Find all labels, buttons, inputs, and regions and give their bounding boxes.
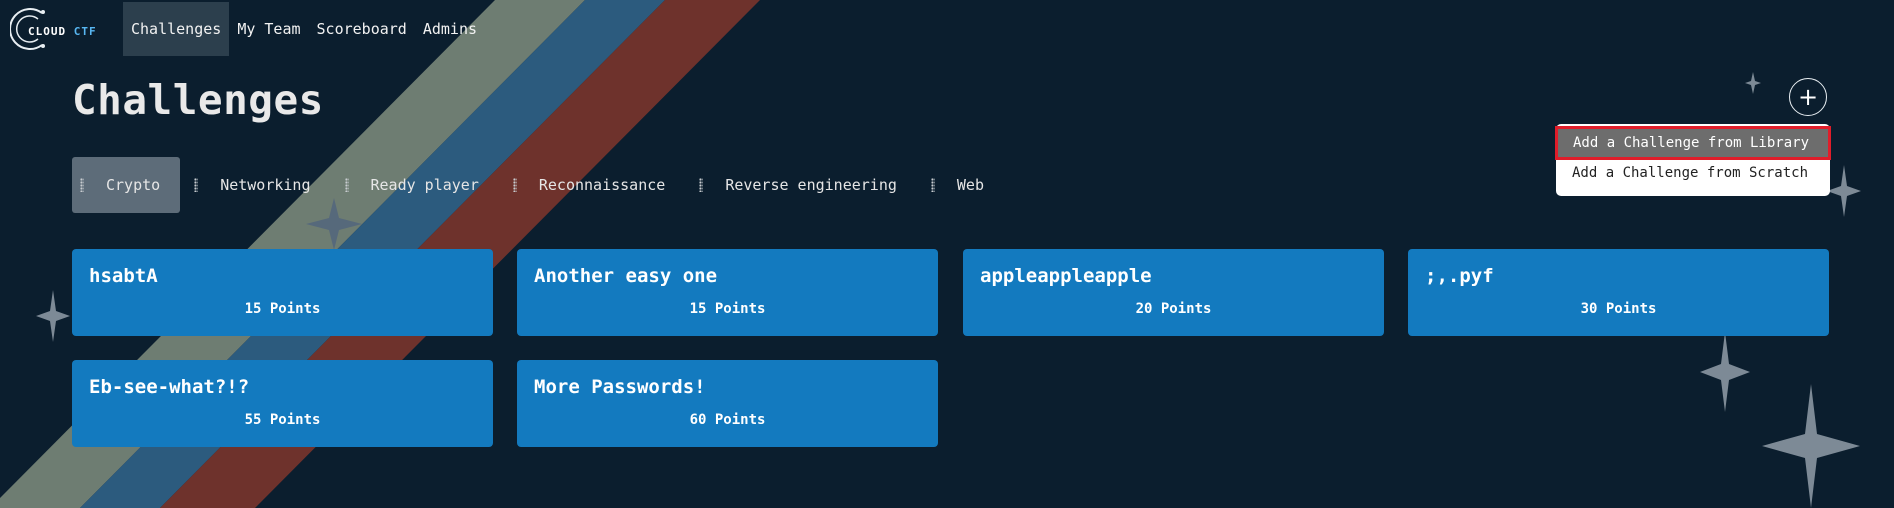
challenge-points: 20 Points (1135, 301, 1212, 317)
sparkle-icon (1745, 72, 1761, 94)
category-tab-networking[interactable]: Networking (186, 157, 330, 213)
drag-handle-icon[interactable] (512, 178, 517, 192)
drag-handle-icon[interactable] (194, 178, 199, 192)
challenge-name: ;,.pyf (1425, 265, 1494, 287)
challenge-points: 60 Points (689, 412, 766, 428)
category-tab-ready-player[interactable]: Ready player (337, 157, 499, 213)
sparkle-icon (1700, 332, 1750, 412)
add-from-scratch-item[interactable]: Add a Challenge from Scratch (1556, 158, 1830, 188)
page-title: Challenges (72, 76, 324, 124)
challenge-card[interactable]: Another easy one 15 Points (517, 249, 938, 336)
challenge-points: 55 Points (244, 412, 321, 428)
challenge-name: appleappleapple (980, 265, 1152, 287)
challenge-card[interactable]: hsabtA 15 Points (72, 249, 493, 336)
drag-handle-icon[interactable] (344, 178, 349, 192)
category-label: Crypto (106, 176, 161, 194)
category-tabs: Crypto Networking Ready player Reconnais… (72, 157, 1010, 213)
category-label: Ready player (370, 176, 479, 194)
logo-text: CLOUD CTF (28, 25, 97, 38)
nav-item-scoreboard[interactable]: Scoreboard (309, 2, 415, 56)
add-from-library-item[interactable]: Add a Challenge from Library (1555, 126, 1831, 160)
sparkle-icon (1762, 384, 1860, 508)
category-label: Networking (220, 176, 311, 194)
add-challenge-dropdown: Add a Challenge from Library Add a Chall… (1555, 124, 1831, 196)
logo[interactable]: CLOUD CTF (10, 5, 110, 55)
nav-item-admins[interactable]: Admins (415, 2, 485, 56)
challenge-card[interactable]: appleappleapple 20 Points (963, 249, 1384, 336)
challenge-points: 15 Points (689, 301, 766, 317)
challenge-card[interactable]: More Passwords! 60 Points (517, 360, 938, 447)
category-label: Web (956, 176, 984, 194)
category-tab-reconnaissance[interactable]: Reconnaissance (505, 157, 685, 213)
page: CLOUD CTF Challenges My Team Scoreboard … (0, 0, 1894, 508)
drag-handle-icon[interactable] (80, 178, 84, 192)
challenge-card[interactable]: ;,.pyf 30 Points (1408, 249, 1829, 336)
challenge-points: 15 Points (244, 301, 321, 317)
category-tab-crypto[interactable]: Crypto (72, 157, 181, 213)
category-label: Reconnaissance (538, 176, 666, 194)
category-tab-reverse-engineering[interactable]: Reverse engineering (691, 157, 917, 213)
challenge-name: Eb-see-what?!? (89, 376, 250, 398)
navbar: CLOUD CTF Challenges My Team Scoreboard … (0, 0, 1894, 58)
challenge-name: hsabtA (89, 265, 158, 287)
challenge-name: Another easy one (534, 265, 718, 287)
drag-handle-icon[interactable] (930, 178, 935, 192)
challenge-card[interactable]: Eb-see-what?!? 55 Points (72, 360, 493, 447)
drag-handle-icon[interactable] (699, 178, 704, 192)
challenge-name: More Passwords! (534, 376, 706, 398)
category-label: Reverse engineering (725, 176, 897, 194)
nav-item-my-team[interactable]: My Team (229, 2, 308, 56)
challenge-points: 30 Points (1580, 301, 1657, 317)
category-tab-web[interactable]: Web (923, 157, 1004, 213)
nav-item-challenges[interactable]: Challenges (123, 2, 230, 56)
nav-menu: Challenges My Team Scoreboard Admins (123, 2, 485, 56)
add-challenge-button[interactable]: + (1789, 78, 1827, 116)
sparkle-icon (1827, 165, 1861, 217)
sparkle-icon (36, 290, 70, 342)
